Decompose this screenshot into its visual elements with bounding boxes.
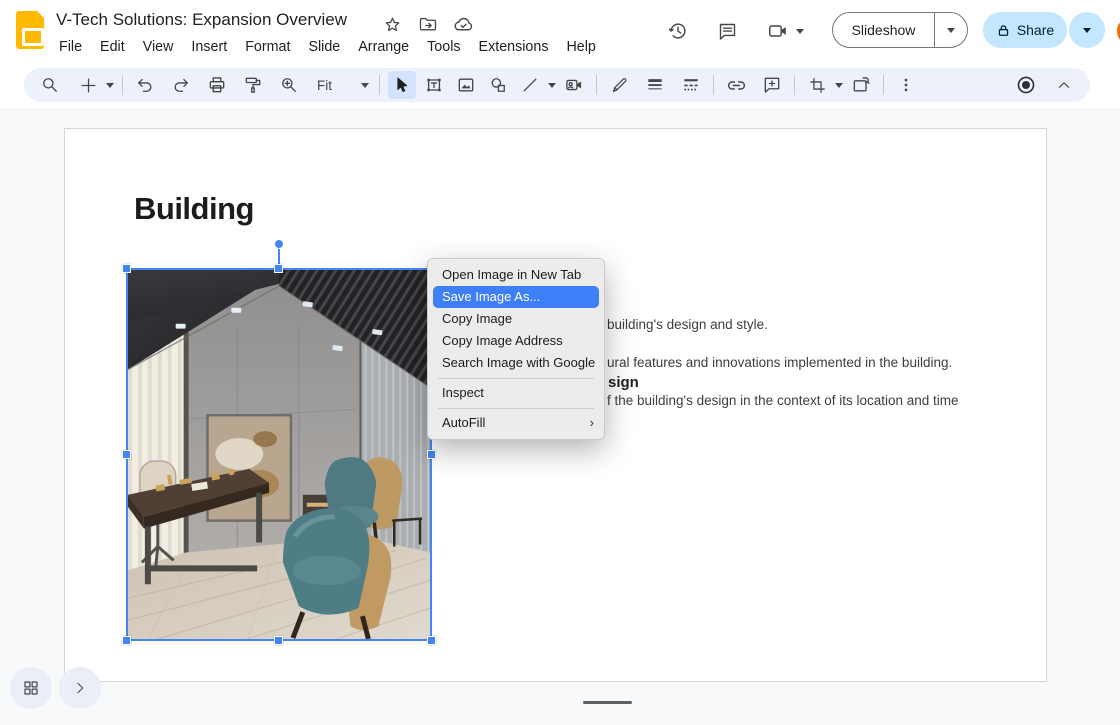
insert-link-icon[interactable] — [722, 71, 750, 99]
replace-image-icon[interactable] — [847, 71, 875, 99]
toolbar-divider — [883, 75, 884, 95]
grid-view-button[interactable] — [10, 667, 52, 709]
grid-view-icon — [22, 679, 40, 697]
slide-body-fragment[interactable]: f the building's design in the context o… — [607, 393, 959, 408]
zoom-icon[interactable] — [275, 71, 303, 99]
menu-arrange[interactable]: Arrange — [349, 36, 418, 58]
rotation-handle[interactable] — [274, 239, 284, 249]
menu-edit[interactable]: Edit — [91, 36, 134, 58]
print-icon[interactable] — [203, 71, 231, 99]
toolbar-divider — [379, 75, 380, 95]
undo-icon[interactable] — [131, 71, 159, 99]
search-icon[interactable] — [36, 71, 64, 99]
insert-line-icon[interactable] — [516, 71, 544, 99]
move-to-drive-icon[interactable] — [417, 13, 439, 35]
resize-handle-sw[interactable] — [122, 636, 131, 645]
zoom-fit-dropdown-icon — [361, 83, 369, 88]
menu-help[interactable]: Help — [557, 36, 604, 58]
menu-file[interactable]: File — [50, 36, 91, 58]
share-button[interactable]: Share — [983, 12, 1067, 48]
insert-video-icon[interactable] — [560, 71, 588, 99]
resize-handle-e[interactable] — [427, 450, 436, 459]
hide-menus-icon[interactable] — [1050, 71, 1078, 99]
zoom-fit-value: Fit — [309, 78, 361, 93]
join-call-icon[interactable] — [764, 17, 792, 45]
app-header: V-Tech Solutions: Expansion Overview Fil… — [0, 0, 1120, 62]
ctx-inspect[interactable]: Inspect — [428, 382, 604, 404]
ctx-save-image-as[interactable]: Save Image As... — [433, 286, 599, 308]
text-box-icon[interactable] — [420, 71, 448, 99]
ctx-search-image-google[interactable]: Search Image with Google — [428, 352, 604, 374]
slide-body-fragment[interactable]: ural features and innovations implemente… — [607, 355, 952, 370]
document-title[interactable]: V-Tech Solutions: Expansion Overview — [56, 10, 347, 30]
insert-placeholder-dropdown-icon[interactable] — [104, 71, 116, 99]
crop-dropdown-icon[interactable] — [833, 71, 845, 99]
ctx-copy-image[interactable]: Copy Image — [428, 308, 604, 330]
menu-bar: File Edit View Insert Format Slide Arran… — [50, 36, 605, 58]
context-menu-divider — [438, 378, 594, 379]
share-label: Share — [1017, 22, 1054, 38]
menu-insert[interactable]: Insert — [182, 36, 236, 58]
cloud-saved-icon[interactable] — [452, 13, 474, 35]
menu-extensions[interactable]: Extensions — [470, 36, 558, 58]
crop-icon[interactable] — [803, 71, 831, 99]
insert-shape-icon[interactable] — [484, 71, 512, 99]
toolbar-divider — [596, 75, 597, 95]
insert-placeholder-icon[interactable] — [74, 71, 102, 99]
menu-tools[interactable]: Tools — [418, 36, 469, 58]
star-icon[interactable] — [381, 13, 403, 35]
toolbar-divider — [122, 75, 123, 95]
ctx-open-image-new-tab[interactable]: Open Image in New Tab — [428, 264, 604, 286]
slideshow-dropdown[interactable] — [934, 13, 967, 47]
slideshow-button[interactable]: Slideshow — [832, 12, 968, 48]
slide-heading-fragment[interactable]: sign — [608, 374, 639, 391]
more-icon[interactable] — [892, 71, 920, 99]
resize-handle-se[interactable] — [427, 636, 436, 645]
toolbar-divider — [713, 75, 714, 95]
add-comment-icon[interactable] — [758, 71, 786, 99]
resize-handle-s[interactable] — [274, 636, 283, 645]
join-call-dropdown-icon[interactable] — [792, 17, 808, 45]
office-interior-image[interactable] — [126, 268, 432, 641]
menu-view[interactable]: View — [134, 36, 183, 58]
image-context-menu: Open Image in New Tab Save Image As... C… — [427, 258, 605, 440]
horizontal-scrollbar[interactable] — [583, 701, 632, 704]
zoom-fit-select[interactable]: Fit — [309, 78, 369, 93]
expand-filmstrip-button[interactable] — [59, 667, 101, 709]
lock-icon — [996, 23, 1011, 38]
slideshow-label: Slideshow — [833, 22, 934, 38]
insert-line-dropdown-icon[interactable] — [546, 71, 558, 99]
ctx-autofill-label: AutoFill — [442, 412, 485, 434]
version-history-icon[interactable] — [664, 17, 692, 45]
insert-image-icon[interactable] — [452, 71, 480, 99]
ctx-autofill[interactable]: AutoFill › — [428, 412, 604, 434]
submenu-chevron-icon: › — [590, 412, 594, 434]
slide-body-fragment[interactable]: building's design and style. — [607, 317, 768, 332]
comments-icon[interactable] — [713, 17, 741, 45]
toolbar: Fit — [24, 68, 1090, 102]
slide-title-text[interactable]: Building — [134, 191, 254, 227]
office-interior-rendering — [128, 270, 430, 639]
slides-logo[interactable] — [16, 11, 44, 49]
border-weight-icon[interactable] — [641, 71, 669, 99]
resize-handle-nw[interactable] — [122, 264, 131, 273]
next-chevron-icon — [72, 680, 88, 696]
redo-icon[interactable] — [167, 71, 195, 99]
menu-slide[interactable]: Slide — [299, 36, 349, 58]
pen-icon[interactable] — [605, 71, 633, 99]
menu-format[interactable]: Format — [236, 36, 299, 58]
toolbar-row: Fit — [0, 62, 1120, 108]
resize-handle-n[interactable] — [274, 264, 283, 273]
border-dash-icon[interactable] — [677, 71, 705, 99]
share-dropdown-button[interactable] — [1069, 12, 1105, 48]
select-tool-icon[interactable] — [388, 71, 416, 99]
record-icon[interactable] — [1012, 71, 1040, 99]
paint-format-icon[interactable] — [239, 71, 267, 99]
context-menu-divider — [438, 408, 594, 409]
ctx-copy-image-address[interactable]: Copy Image Address — [428, 330, 604, 352]
resize-handle-w[interactable] — [122, 450, 131, 459]
toolbar-divider — [794, 75, 795, 95]
